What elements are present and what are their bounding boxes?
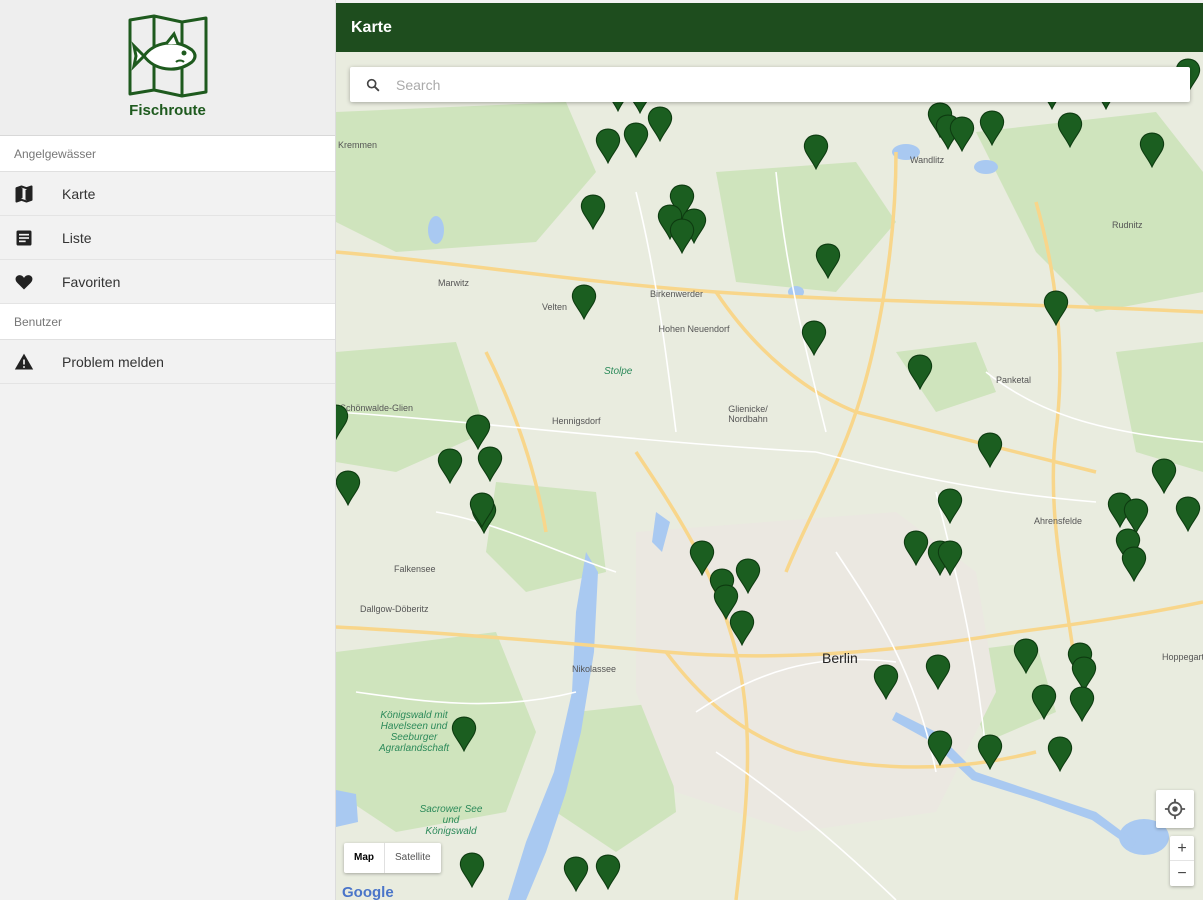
fishing-spot-marker-icon[interactable] <box>465 414 491 450</box>
fishing-spot-marker-icon[interactable] <box>729 610 755 646</box>
fishing-spot-marker-icon[interactable] <box>1139 132 1165 168</box>
sidebar-item-label: Problem melden <box>62 353 164 370</box>
fishing-spot-marker-icon[interactable] <box>336 404 349 440</box>
fishing-spot-marker-icon[interactable] <box>977 734 1003 770</box>
zoom-control: + − <box>1170 836 1194 886</box>
map-type-satellite[interactable]: Satellite <box>385 843 441 873</box>
zoom-in-button[interactable]: + <box>1170 836 1194 861</box>
marker-layer <box>336 52 1203 900</box>
fishing-spot-marker-icon[interactable] <box>563 856 589 892</box>
fishing-spot-marker-icon[interactable] <box>669 218 695 254</box>
fishing-spot-marker-icon[interactable] <box>1151 458 1177 494</box>
fishing-spot-marker-icon[interactable] <box>459 852 485 888</box>
page-title: Karte <box>351 18 392 36</box>
sidebar-item-problem-melden[interactable]: Problem melden <box>0 340 335 384</box>
fishing-spot-marker-icon[interactable] <box>907 354 933 390</box>
search-bar <box>350 67 1190 102</box>
brand-header[interactable]: Fischroute <box>0 0 335 136</box>
warning-icon <box>0 352 62 372</box>
section-header-benutzer: Benutzer <box>0 304 335 340</box>
fishing-spot-marker-icon[interactable] <box>977 432 1003 468</box>
fishing-spot-marker-icon[interactable] <box>979 110 1005 146</box>
section-header-angelgewaesser: Angelgewässer <box>0 136 335 172</box>
fishing-spot-marker-icon[interactable] <box>949 116 975 152</box>
fishing-spot-marker-icon[interactable] <box>1121 546 1147 582</box>
fishing-spot-marker-icon[interactable] <box>477 446 503 482</box>
fishing-spot-marker-icon[interactable] <box>815 243 841 279</box>
search-input[interactable] <box>396 76 1156 93</box>
crosshair-icon <box>1164 798 1186 820</box>
fishing-spot-marker-icon[interactable] <box>595 128 621 164</box>
search-icon <box>350 77 396 93</box>
my-location-button[interactable] <box>1156 790 1194 828</box>
app-bar: Karte <box>336 3 1203 52</box>
main-content: Karte Kremmen Wandlitz Rudnitz Marwitz V… <box>336 0 1203 900</box>
fishing-spot-marker-icon[interactable] <box>873 664 899 700</box>
fishing-spot-marker-icon[interactable] <box>1043 290 1069 326</box>
fishing-spot-marker-icon[interactable] <box>1069 686 1095 722</box>
sidebar-item-liste[interactable]: Liste <box>0 216 335 260</box>
fishing-spot-marker-icon[interactable] <box>1047 736 1073 772</box>
fishing-spot-marker-icon[interactable] <box>451 716 477 752</box>
brand-name: Fischroute <box>129 102 206 119</box>
google-logo: Google <box>342 884 394 900</box>
fishing-spot-marker-icon[interactable] <box>623 122 649 158</box>
fishing-spot-marker-icon[interactable] <box>595 854 621 890</box>
fishing-spot-marker-icon[interactable] <box>1175 496 1201 532</box>
sidebar-item-karte[interactable]: Karte <box>0 172 335 216</box>
sidebar-item-label: Liste <box>62 229 92 246</box>
fishing-spot-marker-icon[interactable] <box>925 654 951 690</box>
sidebar-item-favoriten[interactable]: Favoriten <box>0 260 335 304</box>
fishing-spot-marker-icon[interactable] <box>903 530 929 566</box>
fishing-spot-marker-icon[interactable] <box>647 106 673 142</box>
fishing-spot-marker-icon[interactable] <box>801 320 827 356</box>
fishing-spot-marker-icon[interactable] <box>1013 638 1039 674</box>
list-icon <box>0 228 62 248</box>
map-view[interactable]: Kremmen Wandlitz Rudnitz Marwitz Velten … <box>336 52 1203 900</box>
map-type-map[interactable]: Map <box>344 843 385 873</box>
fishing-spot-marker-icon[interactable] <box>336 470 361 506</box>
heart-icon <box>0 272 62 292</box>
map-icon <box>0 184 62 204</box>
sidebar-item-label: Favoriten <box>62 273 121 290</box>
fishing-spot-marker-icon[interactable] <box>1057 112 1083 148</box>
google-logo-text: Google <box>342 884 394 900</box>
fishing-spot-marker-icon[interactable] <box>571 284 597 320</box>
fishing-spot-marker-icon[interactable] <box>437 448 463 484</box>
zoom-out-button[interactable]: − <box>1170 861 1194 886</box>
fishing-spot-marker-icon[interactable] <box>937 488 963 524</box>
map-type-control: Map Satellite <box>344 843 441 873</box>
fish-map-icon <box>128 14 207 98</box>
fishing-spot-marker-icon[interactable] <box>1031 684 1057 720</box>
fishing-spot-marker-icon[interactable] <box>937 540 963 576</box>
fishing-spot-marker-icon[interactable] <box>927 730 953 766</box>
fishing-spot-marker-icon[interactable] <box>469 492 495 528</box>
fishing-spot-marker-icon[interactable] <box>580 194 606 230</box>
fishing-spot-marker-icon[interactable] <box>803 134 829 170</box>
sidebar-item-label: Karte <box>62 185 96 202</box>
sidebar: Fischroute Angelgewässer Karte Liste Fav… <box>0 0 336 900</box>
